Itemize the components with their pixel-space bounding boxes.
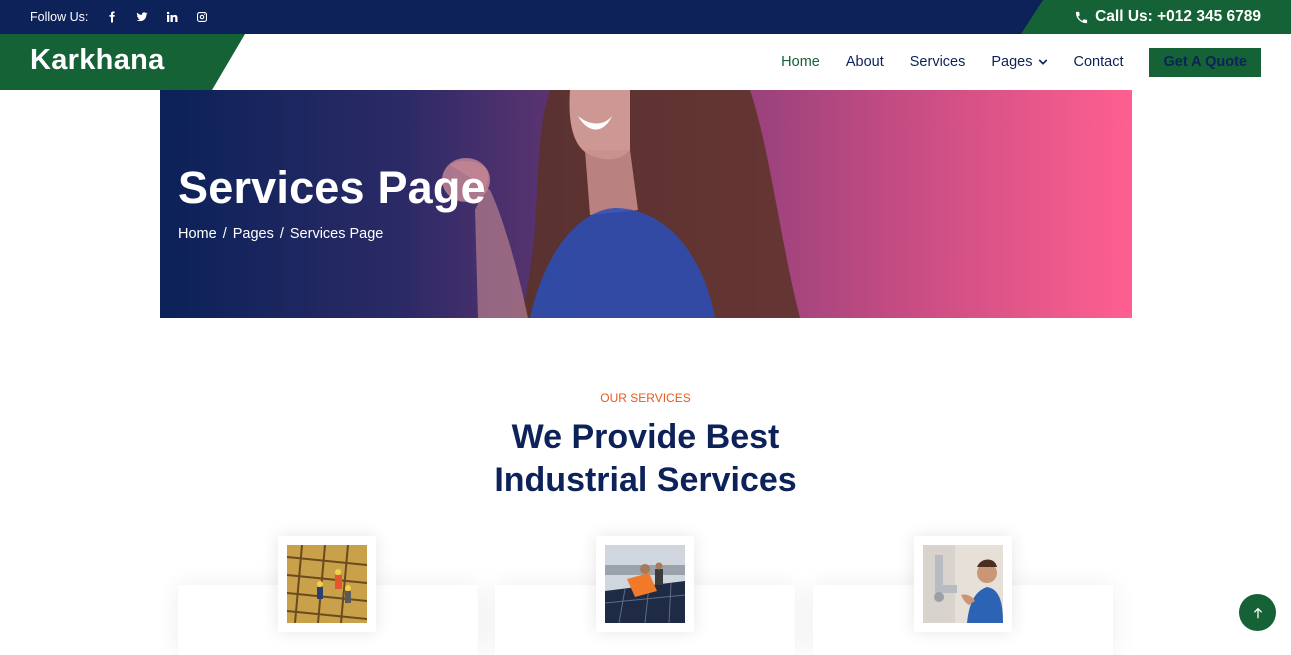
instagram-icon[interactable] (190, 0, 214, 34)
solar-panel-worker-image (605, 545, 685, 623)
main-nav: Home About Services Pages Contact Get A … (755, 34, 1261, 90)
nav-pages[interactable]: Pages (991, 54, 1047, 70)
follow-label: Follow Us: (30, 10, 89, 24)
nav-contact[interactable]: Contact (1074, 54, 1124, 70)
service-thumbnail (278, 536, 376, 632)
section-heading: We Provide Best Industrial Services (0, 416, 1291, 502)
brand-logo[interactable]: Karkhana (0, 34, 245, 90)
brand-name: Karkhana (30, 44, 165, 76)
plumber-image (923, 545, 1003, 623)
chevron-down-icon (1038, 59, 1047, 65)
section-heading-line1: We Provide Best (511, 418, 780, 456)
section-heading-line2: Industrial Services (494, 461, 797, 499)
linkedin-icon[interactable] (160, 0, 184, 34)
breadcrumb-separator: / (222, 226, 227, 242)
phone-icon (1075, 11, 1088, 23)
construction-workers-image (287, 545, 367, 623)
call-label: Call Us: +012 345 6789 (1095, 8, 1261, 25)
follow-us: Follow Us: (30, 0, 214, 34)
get-quote-button[interactable]: Get A Quote (1149, 47, 1261, 77)
nav-services[interactable]: Services (910, 54, 966, 70)
call-us[interactable]: Call Us: +012 345 6789 (1021, 0, 1291, 34)
nav-pages-label: Pages (991, 54, 1033, 70)
twitter-icon[interactable] (130, 0, 154, 34)
section-eyebrow: OUR SERVICES (600, 391, 691, 405)
arrow-up-icon (1253, 607, 1262, 618)
facebook-icon[interactable] (100, 0, 124, 34)
service-thumbnail (596, 536, 694, 632)
page-title: Services Page (178, 162, 486, 213)
top-bar: Follow Us: Call Us: +012 345 6789 (0, 0, 1291, 34)
main-navbar: Karkhana Home About Services Pages Conta… (0, 34, 1291, 90)
page-header-banner: Services Page Home / Pages / Services Page (160, 90, 1132, 318)
service-thumbnail (914, 536, 1012, 632)
breadcrumb: Home / Pages / Services Page (178, 226, 383, 242)
back-to-top-button[interactable] (1239, 594, 1276, 631)
nav-about[interactable]: About (846, 54, 884, 70)
breadcrumb-home[interactable]: Home (178, 226, 217, 242)
breadcrumb-separator: / (279, 226, 284, 242)
breadcrumb-current: Services Page (289, 226, 384, 242)
breadcrumb-pages[interactable]: Pages (233, 226, 274, 242)
nav-home[interactable]: Home (781, 54, 820, 70)
